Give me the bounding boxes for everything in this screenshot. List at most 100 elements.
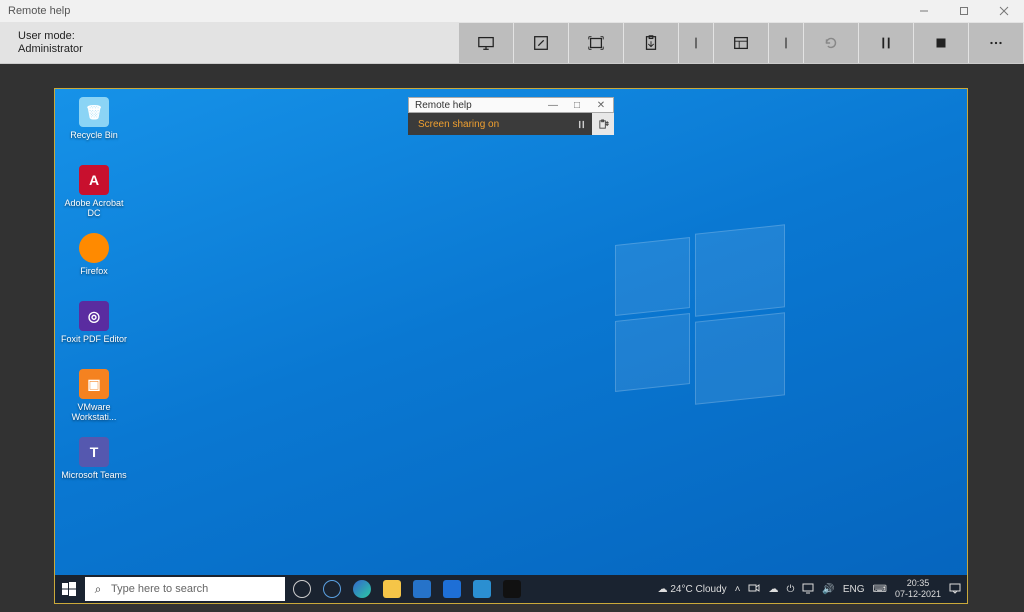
floatbar-title: Remote help xyxy=(409,100,541,111)
refresh-icon xyxy=(822,34,840,52)
desktop-icon-label: Foxit PDF Editor xyxy=(61,334,127,344)
floatbar-close-button[interactable]: ✕ xyxy=(589,100,613,111)
floatbar-clipboard-button[interactable] xyxy=(592,113,614,135)
taskbar-clock[interactable]: 20:35 07-12-2021 xyxy=(895,578,941,600)
panel-icon xyxy=(732,34,750,52)
floatbar-pause-button[interactable] xyxy=(570,113,592,135)
onedrive-icon[interactable]: ☁ xyxy=(768,584,778,595)
vmware-icon: ▣ xyxy=(79,369,109,399)
pencil-square-icon xyxy=(532,34,550,52)
search-placeholder: Type here to search xyxy=(111,583,208,595)
start-button[interactable] xyxy=(55,575,83,603)
weather-widget[interactable]: ☁ 24°C Cloudy xyxy=(658,584,727,595)
teams-icon: T xyxy=(79,437,109,467)
task-view-button[interactable] xyxy=(287,575,317,603)
clock-time: 20:35 xyxy=(895,578,941,589)
minimize-button[interactable] xyxy=(904,0,944,22)
taskbar-search[interactable]: ⌕ Type here to search xyxy=(85,577,285,601)
mail-button[interactable] xyxy=(437,575,467,603)
app-toolbar: User mode: Administrator xyxy=(0,22,1024,64)
ime-icon[interactable]: ⌨ xyxy=(873,584,887,595)
remote-desktop[interactable]: 🗑Recycle Bin A Adobe Acrobat DC Firefox ◎ Fox… xyxy=(55,89,967,603)
user-mode-value: Administrator xyxy=(18,43,83,56)
pause-button[interactable] xyxy=(859,23,914,63)
terminal-button[interactable] xyxy=(497,575,527,603)
edge-button[interactable] xyxy=(347,575,377,603)
terminal-icon xyxy=(503,580,521,598)
windows-icon xyxy=(62,582,76,596)
meet-now-icon[interactable] xyxy=(748,582,760,597)
system-tray: ☁ 24°C Cloudy ˄ ☁ ⏻ 🔊 ENG ⌨ 20:35 07-12-… xyxy=(658,578,967,600)
desktop-icon-acrobat[interactable]: A Adobe Acrobat DC xyxy=(59,165,129,229)
store-button[interactable] xyxy=(407,575,437,603)
taskview-icon xyxy=(293,580,311,598)
stop-icon xyxy=(932,34,950,52)
foxit-icon: ◎ xyxy=(79,301,109,331)
floatbar-titlebar[interactable]: Remote help — □ ✕ xyxy=(408,97,614,113)
separator-1 xyxy=(679,23,714,63)
weather-text: 24°C Cloudy xyxy=(670,584,726,595)
pause-icon xyxy=(877,34,895,52)
cortana-button[interactable] xyxy=(317,575,347,603)
floatbar-minimize-button[interactable]: — xyxy=(541,100,565,111)
mail-icon xyxy=(443,580,461,598)
divider-icon xyxy=(687,34,705,52)
close-icon xyxy=(999,6,1009,16)
remotehelp-icon xyxy=(473,580,491,598)
remote-taskbar: ⌕ Type here to search ☁ 24°C Cloudy ˄ ☁ … xyxy=(55,575,967,603)
search-icon: ⌕ xyxy=(85,582,111,597)
more-icon xyxy=(987,34,1005,52)
remote-help-task-button[interactable] xyxy=(467,575,497,603)
minimize-icon xyxy=(919,6,929,16)
desktop-icon-teams[interactable]: TMicrosoft Teams xyxy=(59,437,129,501)
close-button[interactable] xyxy=(984,0,1024,22)
firefox-icon xyxy=(79,233,109,263)
cortana-icon xyxy=(323,580,341,598)
stop-button[interactable] xyxy=(914,23,969,63)
user-mode-label: User mode: Administrator xyxy=(0,26,101,60)
annotate-button[interactable] xyxy=(514,23,569,63)
floatbar-body: Screen sharing on xyxy=(408,113,614,135)
separator-2 xyxy=(769,23,804,63)
sound-icon[interactable]: 🔊 xyxy=(822,584,834,595)
acrobat-icon: A xyxy=(79,165,109,195)
power-icon[interactable]: ⏻ xyxy=(786,584,794,595)
language-indicator[interactable]: ENG xyxy=(843,584,865,595)
refresh-button[interactable] xyxy=(804,23,859,63)
divider-icon xyxy=(777,34,795,52)
screens-button[interactable] xyxy=(459,23,514,63)
maximize-button[interactable] xyxy=(944,0,984,22)
desktop-icon-label: Adobe Acrobat DC xyxy=(59,198,129,218)
notification-icon xyxy=(949,582,961,594)
desktop-icon-label: Firefox xyxy=(80,266,108,276)
more-button[interactable] xyxy=(969,23,1024,63)
clock-date: 07-12-2021 xyxy=(895,589,941,600)
desktop-icon-firefox[interactable]: Firefox xyxy=(59,233,129,297)
notifications-button[interactable] xyxy=(949,582,961,597)
clipboard-icon xyxy=(598,119,609,130)
tray-chevron-button[interactable]: ˄ xyxy=(735,584,741,595)
desktop-icon-vmware[interactable]: ▣ VMware Workstati... xyxy=(59,369,129,433)
monitor-icon xyxy=(477,34,495,52)
desktop-icons: 🗑Recycle Bin A Adobe Acrobat DC Firefox ◎ Fox… xyxy=(59,97,139,505)
desktop-icon-label: Recycle Bin xyxy=(70,130,118,140)
camera-icon xyxy=(748,582,760,594)
fit-button[interactable] xyxy=(569,23,624,63)
store-icon xyxy=(413,580,431,598)
edge-icon xyxy=(353,580,371,598)
app-titlebar: Remote help xyxy=(0,0,1024,22)
user-mode-caption: User mode: xyxy=(18,30,83,43)
fit-screen-icon xyxy=(587,34,605,52)
floatbar-message: Screen sharing on xyxy=(408,119,570,130)
network-icon[interactable] xyxy=(802,582,814,597)
floatbar-maximize-button[interactable]: □ xyxy=(565,100,589,111)
desktop-icon-recycle-bin[interactable]: 🗑Recycle Bin xyxy=(59,97,129,161)
explorer-button[interactable] xyxy=(377,575,407,603)
desktop-icon-foxit[interactable]: ◎ Foxit PDF Editor xyxy=(59,301,129,365)
maximize-icon xyxy=(959,6,969,16)
monitor-small-icon xyxy=(802,582,814,594)
task-manager-button[interactable] xyxy=(624,23,679,63)
desktop-icon-label: VMware Workstati... xyxy=(59,402,129,422)
clipboard-icon xyxy=(642,34,660,52)
instruction-button[interactable] xyxy=(714,23,769,63)
